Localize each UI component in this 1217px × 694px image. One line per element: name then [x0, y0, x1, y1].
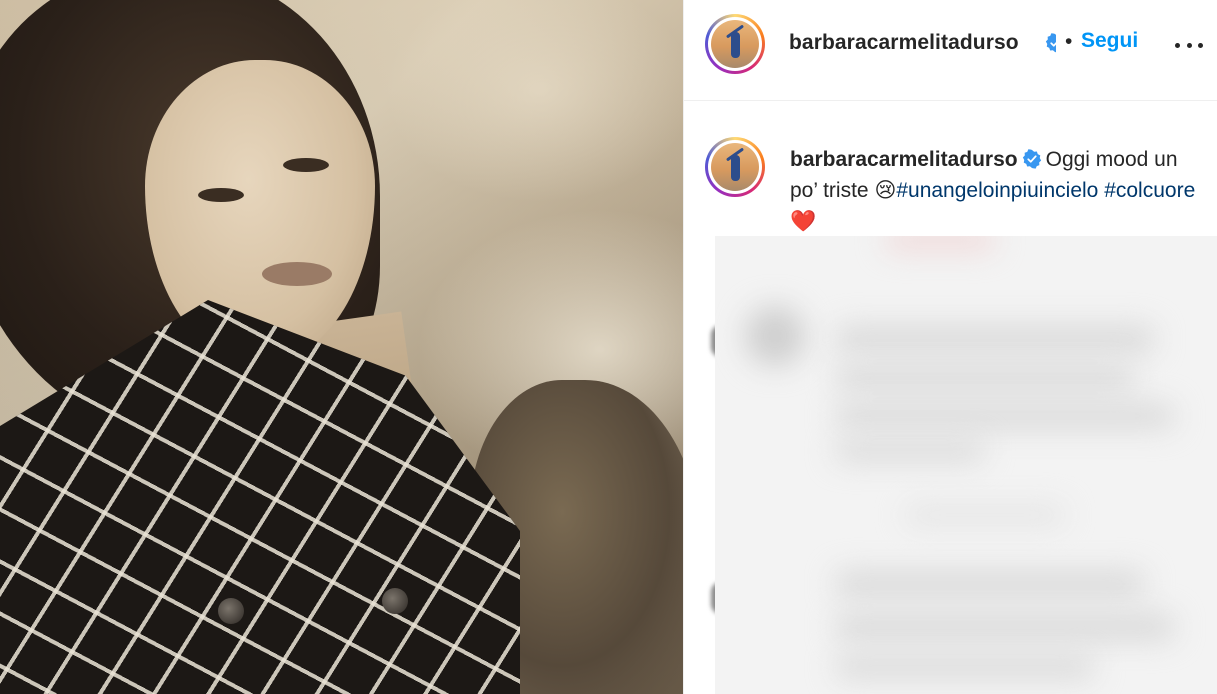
avatar-picture — [711, 20, 759, 68]
follow-button[interactable]: Segui — [1081, 29, 1138, 53]
avatar-ring-gap — [708, 17, 762, 71]
verified-badge-icon — [1022, 149, 1041, 169]
blurred-comment-line — [835, 441, 985, 461]
hashtag-link[interactable]: #unangeloinpiuincielo — [896, 179, 1098, 202]
avatar-figure — [731, 32, 740, 58]
verified-badge-icon — [1045, 33, 1065, 53]
more-options-icon[interactable] — [1175, 33, 1203, 57]
avatar-ring-gap — [708, 140, 762, 194]
photo-eye-right — [283, 158, 329, 172]
avatar-picture — [711, 143, 759, 191]
blurred-comment-line — [835, 614, 1175, 640]
photo-jacket-button — [382, 588, 408, 614]
blurred-comment-line — [905, 506, 1065, 524]
avatar-figure — [731, 155, 740, 181]
blurred-comment-line — [835, 571, 1145, 597]
caption-text: barbaracarmelitadurso Oggi mood un po’ tr… — [790, 145, 1200, 237]
blurred-comment-line — [835, 366, 1135, 390]
crying-emoji-icon: 😢 — [874, 178, 897, 202]
more-dot — [1175, 42, 1180, 48]
blurred-comment-line — [835, 326, 1155, 352]
caption-username[interactable]: barbaracarmelitadurso — [790, 148, 1018, 171]
blurred-comments — [715, 236, 1217, 694]
post-header: barbaracarmelitadurso • Segui — [684, 0, 1217, 101]
blurred-comment-avatar — [745, 306, 805, 366]
caption-author-avatar[interactable] — [705, 137, 765, 197]
instagram-post-view: barbaracarmelitadurso • Segui barbaracar… — [0, 0, 1217, 694]
photo-eye-left — [198, 188, 244, 202]
author-username[interactable]: barbaracarmelitadurso — [789, 31, 1019, 55]
more-dot — [1198, 42, 1203, 48]
post-photo[interactable] — [0, 0, 683, 694]
more-dot — [1186, 42, 1192, 48]
post-side-panel: barbaracarmelitadurso • Segui barbaracar… — [683, 0, 1217, 694]
blurred-comment-line — [835, 656, 1095, 678]
header-separator: • — [1065, 30, 1073, 53]
photo-lips — [262, 262, 332, 286]
author-avatar[interactable] — [705, 14, 765, 74]
photo-jacket-button — [218, 598, 244, 624]
blurred-comment-line — [835, 404, 1175, 428]
post-caption: barbaracarmelitadurso Oggi mood un po’ tr… — [684, 101, 1217, 241]
red-heart-emoji-icon: ❤️ — [790, 209, 817, 233]
blurred-shape — [885, 236, 995, 250]
hashtag-link[interactable]: #colcuore — [1104, 179, 1195, 202]
